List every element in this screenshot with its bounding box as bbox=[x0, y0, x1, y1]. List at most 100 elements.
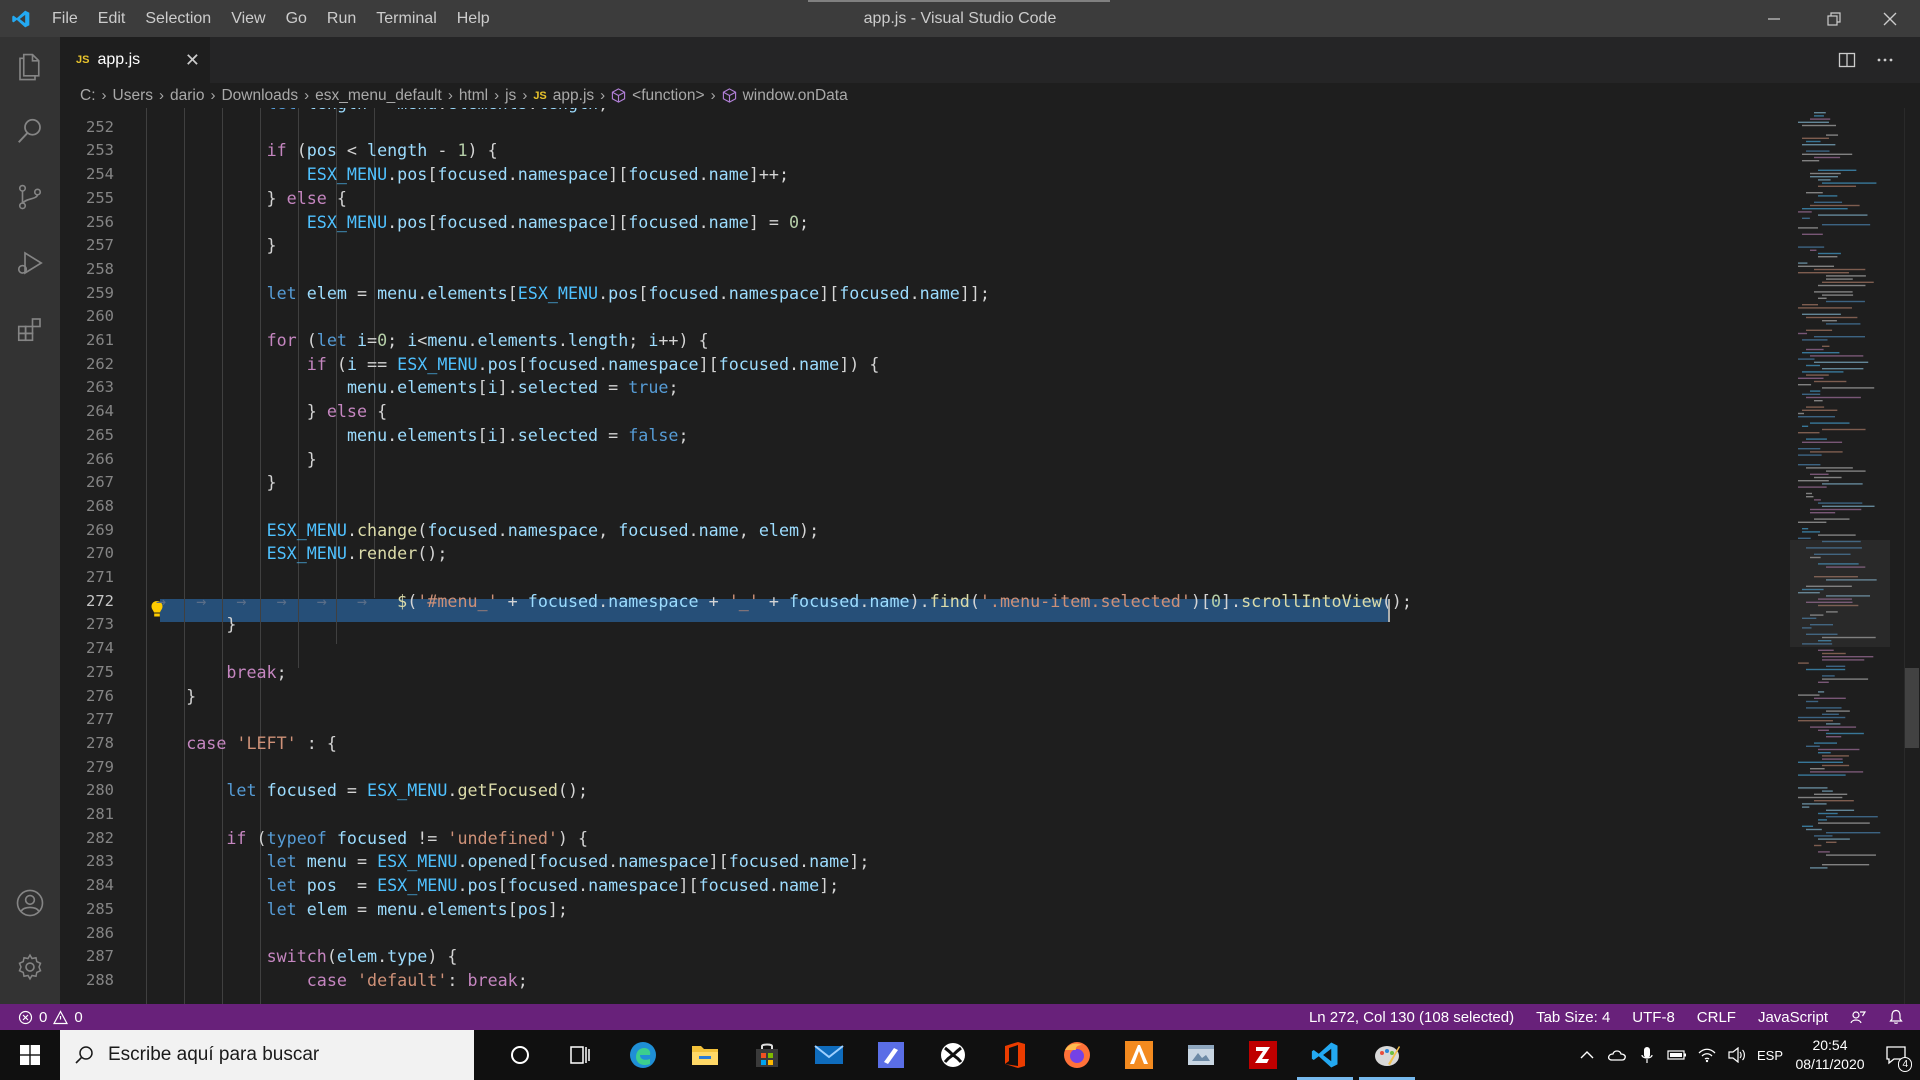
source-control-button[interactable] bbox=[0, 167, 60, 227]
cursor-position[interactable]: Ln 272, Col 130 (108 selected) bbox=[1309, 1009, 1514, 1026]
breadcrumb-item[interactable]: esx_menu_default bbox=[315, 87, 442, 105]
paint-app[interactable] bbox=[1357, 1030, 1417, 1080]
restore-button[interactable] bbox=[1804, 0, 1864, 37]
pen-app[interactable] bbox=[861, 1030, 921, 1080]
tab-label: app.js bbox=[97, 51, 141, 68]
taskbar-search[interactable]: Escribe aquí para buscar bbox=[60, 1030, 474, 1080]
firefox-app[interactable] bbox=[1047, 1030, 1107, 1080]
code-line: → → → → → → $('#menu_' + focused.namespa… bbox=[146, 590, 1412, 611]
run-debug-button[interactable] bbox=[0, 233, 60, 293]
split-editor-button[interactable] bbox=[1830, 37, 1864, 83]
filezilla-app[interactable] bbox=[1233, 1030, 1293, 1080]
clock[interactable]: 20:54 08/11/2020 bbox=[1788, 1036, 1872, 1074]
start-button[interactable] bbox=[0, 1030, 60, 1080]
app-orange[interactable] bbox=[1109, 1030, 1169, 1080]
chevron-right-icon: › bbox=[158, 87, 164, 104]
code-line: let menu = ESX_MENU.opened[focused.names… bbox=[266, 851, 870, 872]
wifi-icon[interactable] bbox=[1692, 1030, 1722, 1080]
menu-help[interactable]: Help bbox=[447, 0, 500, 37]
title-accent-line bbox=[808, 0, 1110, 2]
breadcrumb-symbol[interactable]: <function> bbox=[632, 87, 704, 105]
breadcrumb-item[interactable]: js bbox=[505, 87, 516, 105]
line-number: 258 bbox=[86, 259, 114, 278]
minimap-viewport[interactable] bbox=[1790, 540, 1890, 647]
chevron-up-icon[interactable] bbox=[1572, 1030, 1602, 1080]
code-line: } bbox=[146, 685, 197, 706]
menu-run[interactable]: Run bbox=[317, 0, 366, 37]
extensions-button[interactable] bbox=[0, 299, 60, 359]
menu-selection[interactable]: Selection bbox=[135, 0, 221, 37]
cloud-icon[interactable] bbox=[1602, 1030, 1632, 1080]
chevron-right-icon: › bbox=[304, 87, 310, 104]
code-line: menu.elements[i].selected = true; bbox=[346, 377, 679, 398]
input-language[interactable]: ESP bbox=[1752, 1048, 1788, 1063]
breadcrumb-item[interactable]: html bbox=[459, 87, 488, 105]
feedback-icon[interactable] bbox=[1850, 1009, 1866, 1025]
breadcrumb-item[interactable]: C: bbox=[80, 87, 96, 105]
menu-file[interactable]: File bbox=[42, 0, 88, 37]
cortana-button[interactable] bbox=[490, 1030, 550, 1080]
cortana-circle-icon bbox=[511, 1046, 529, 1064]
warning-icon bbox=[53, 1009, 69, 1024]
task-view-button[interactable] bbox=[550, 1030, 610, 1080]
line-number: 255 bbox=[86, 188, 114, 207]
close-window-button[interactable] bbox=[1860, 0, 1920, 37]
line-number: 265 bbox=[86, 425, 114, 444]
code-line: } else { bbox=[146, 187, 347, 208]
explorer-button[interactable] bbox=[0, 37, 60, 97]
office-icon bbox=[1005, 1042, 1025, 1068]
tab-size[interactable]: Tab Size: 4 bbox=[1536, 1009, 1610, 1026]
minimize-button[interactable] bbox=[1744, 0, 1804, 37]
more-actions-button[interactable] bbox=[1868, 37, 1902, 83]
line-number: 279 bbox=[86, 757, 114, 776]
store-app[interactable] bbox=[737, 1030, 797, 1080]
code-editor[interactable]: 251252 253 254 255 256 257 258 259 260 261 262 263 2… bbox=[60, 108, 1920, 1004]
code-line: } else { bbox=[146, 401, 388, 422]
tab-app-js[interactable]: JS app.js ✕ bbox=[60, 37, 210, 83]
accounts-button[interactable] bbox=[0, 873, 60, 933]
breadcrumb: C: › Users › dario › Downloads › esx_menu_de… bbox=[60, 83, 1920, 108]
windows-logo-icon bbox=[20, 1045, 40, 1065]
breadcrumb-item[interactable]: Downloads bbox=[221, 87, 298, 105]
microphone-icon[interactable] bbox=[1632, 1030, 1662, 1080]
action-center-button[interactable]: 4 bbox=[1872, 1030, 1920, 1080]
code-line: } bbox=[146, 472, 277, 493]
breadcrumb-symbol[interactable]: window.onData bbox=[743, 87, 848, 105]
line-number: 280 bbox=[86, 781, 114, 800]
vertical-scrollbar[interactable] bbox=[1904, 108, 1920, 1004]
menu-go[interactable]: Go bbox=[276, 0, 317, 37]
manage-button[interactable] bbox=[0, 937, 60, 997]
breadcrumb-file[interactable]: app.js bbox=[553, 87, 594, 105]
mail-envelope-icon bbox=[814, 1045, 844, 1064]
language-mode[interactable]: JavaScript bbox=[1758, 1009, 1828, 1026]
battery-icon[interactable] bbox=[1662, 1030, 1692, 1080]
file-explorer-app[interactable] bbox=[675, 1030, 735, 1080]
js-file-icon: JS bbox=[533, 89, 547, 102]
encoding[interactable]: UTF-8 bbox=[1632, 1009, 1675, 1026]
app-window[interactable] bbox=[1171, 1030, 1231, 1080]
breadcrumb-item[interactable]: dario bbox=[170, 87, 204, 105]
line-number: 284 bbox=[86, 876, 114, 895]
search-button[interactable] bbox=[0, 101, 60, 161]
vscode-app[interactable] bbox=[1295, 1030, 1355, 1080]
notification-count-badge: 4 bbox=[1898, 1057, 1912, 1072]
mail-app[interactable] bbox=[799, 1030, 859, 1080]
problems-indicator[interactable]: 0 0 bbox=[18, 1004, 83, 1030]
volume-icon[interactable] bbox=[1722, 1030, 1752, 1080]
menu-view[interactable]: View bbox=[221, 0, 275, 37]
chevron-right-icon: › bbox=[710, 87, 716, 104]
restore-icon bbox=[1827, 11, 1841, 26]
tab-close-button[interactable]: ✕ bbox=[185, 50, 200, 71]
xbox-app[interactable] bbox=[923, 1030, 983, 1080]
bell-icon[interactable] bbox=[1888, 1009, 1904, 1025]
menu-edit[interactable]: Edit bbox=[88, 0, 136, 37]
line-number: 262 bbox=[86, 354, 114, 373]
edge-app[interactable] bbox=[613, 1030, 673, 1080]
code-line: ESX_MENU.render(); bbox=[266, 543, 448, 564]
code-line: if (pos < length - 1) { bbox=[266, 140, 498, 161]
office-app[interactable] bbox=[985, 1030, 1045, 1080]
end-of-line[interactable]: CRLF bbox=[1697, 1009, 1736, 1026]
breadcrumb-item[interactable]: Users bbox=[113, 87, 153, 105]
menu-terminal[interactable]: Terminal bbox=[366, 0, 446, 37]
scrollbar-thumb[interactable] bbox=[1905, 668, 1919, 748]
